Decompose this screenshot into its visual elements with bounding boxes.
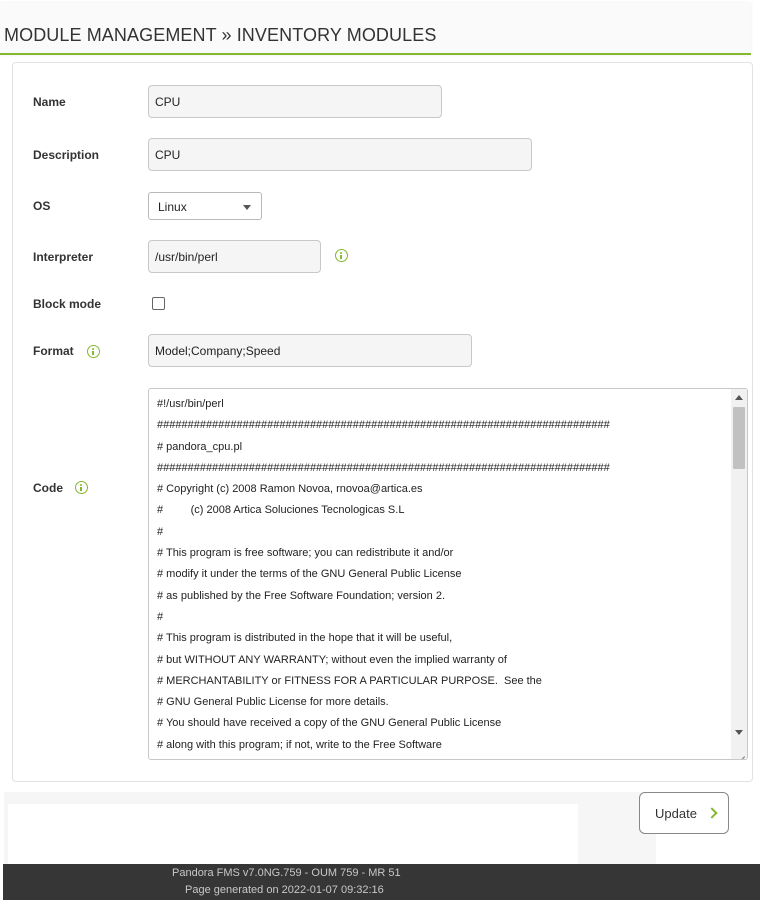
code-line: # xyxy=(157,525,164,538)
code-line: # along with this program; if not, write… xyxy=(157,738,442,751)
code-line: # You should have received a copy of the… xyxy=(157,717,502,730)
footer-generated: Page generated on 2022-01-07 09:32:16 xyxy=(185,884,384,896)
code-textarea[interactable]: #!/usr/bin/perl ########################… xyxy=(148,388,748,760)
resize-handle-icon[interactable] xyxy=(736,748,745,757)
block-mode-checkbox[interactable] xyxy=(152,297,165,310)
os-label: OS xyxy=(33,199,51,213)
action-area xyxy=(4,792,656,864)
code-line: # Copyright (c) 2008 Ramon Novoa, rnovoa… xyxy=(157,483,423,496)
os-select[interactable]: Linux xyxy=(148,192,262,220)
interpreter-input[interactable] xyxy=(148,240,321,273)
code-line: # but WITHOUT ANY WARRANTY; without even… xyxy=(157,653,507,666)
os-select-value: Linux xyxy=(158,200,187,214)
scroll-up-arrow-icon[interactable] xyxy=(735,395,743,400)
code-line: # pandora_cpu.pl xyxy=(157,440,243,453)
footer: Pandora FMS v7.0NG.759 - OUM 759 - MR 51… xyxy=(3,864,760,900)
chevron-down-icon xyxy=(243,205,251,210)
scroll-down-arrow-icon[interactable] xyxy=(735,730,743,735)
code-content: #!/usr/bin/perl ########################… xyxy=(157,394,727,756)
code-label: Code xyxy=(33,481,63,495)
chevron-right-icon xyxy=(706,807,718,819)
description-input[interactable] xyxy=(148,138,532,171)
page-header: MODULE MANAGEMENT » INVENTORY MODULES xyxy=(0,3,751,55)
code-line: # xyxy=(157,610,164,623)
footer-version: Pandora FMS v7.0NG.759 - OUM 759 - MR 51 xyxy=(172,867,401,879)
code-line: ########################################… xyxy=(157,419,610,432)
code-line: # This program is free software; you can… xyxy=(157,547,454,560)
code-line: # (c) 2008 Artica Soluciones Tecnologica… xyxy=(157,504,405,517)
code-line: # as published by the Free Software Foun… xyxy=(157,589,446,602)
code-line: ########################################… xyxy=(157,461,610,474)
page-title: MODULE MANAGEMENT » INVENTORY MODULES xyxy=(4,25,437,45)
name-input[interactable] xyxy=(148,85,442,118)
format-input[interactable] xyxy=(148,334,472,367)
name-label: Name xyxy=(33,95,66,109)
format-label: Format xyxy=(33,344,74,358)
interpreter-label: Interpreter xyxy=(33,250,94,264)
update-button[interactable]: Update xyxy=(639,792,729,834)
code-line: # GNU General Public License for more de… xyxy=(157,696,389,709)
scrollbar-thumb[interactable] xyxy=(733,407,745,469)
info-icon[interactable] xyxy=(335,249,348,262)
code-line: # modify it under the terms of the GNU G… xyxy=(157,568,462,581)
code-scrollbar[interactable] xyxy=(731,389,747,759)
block-mode-label: Block mode xyxy=(33,297,102,311)
code-line: # This program is distributed in the hop… xyxy=(157,632,453,645)
update-button-label: Update xyxy=(655,805,697,821)
code-line: #!/usr/bin/perl xyxy=(157,398,224,410)
info-icon[interactable] xyxy=(75,481,88,494)
description-label: Description xyxy=(33,148,100,162)
code-line: # MERCHANTABILITY or FITNESS FOR A PARTI… xyxy=(157,674,542,687)
info-icon[interactable] xyxy=(87,345,100,358)
